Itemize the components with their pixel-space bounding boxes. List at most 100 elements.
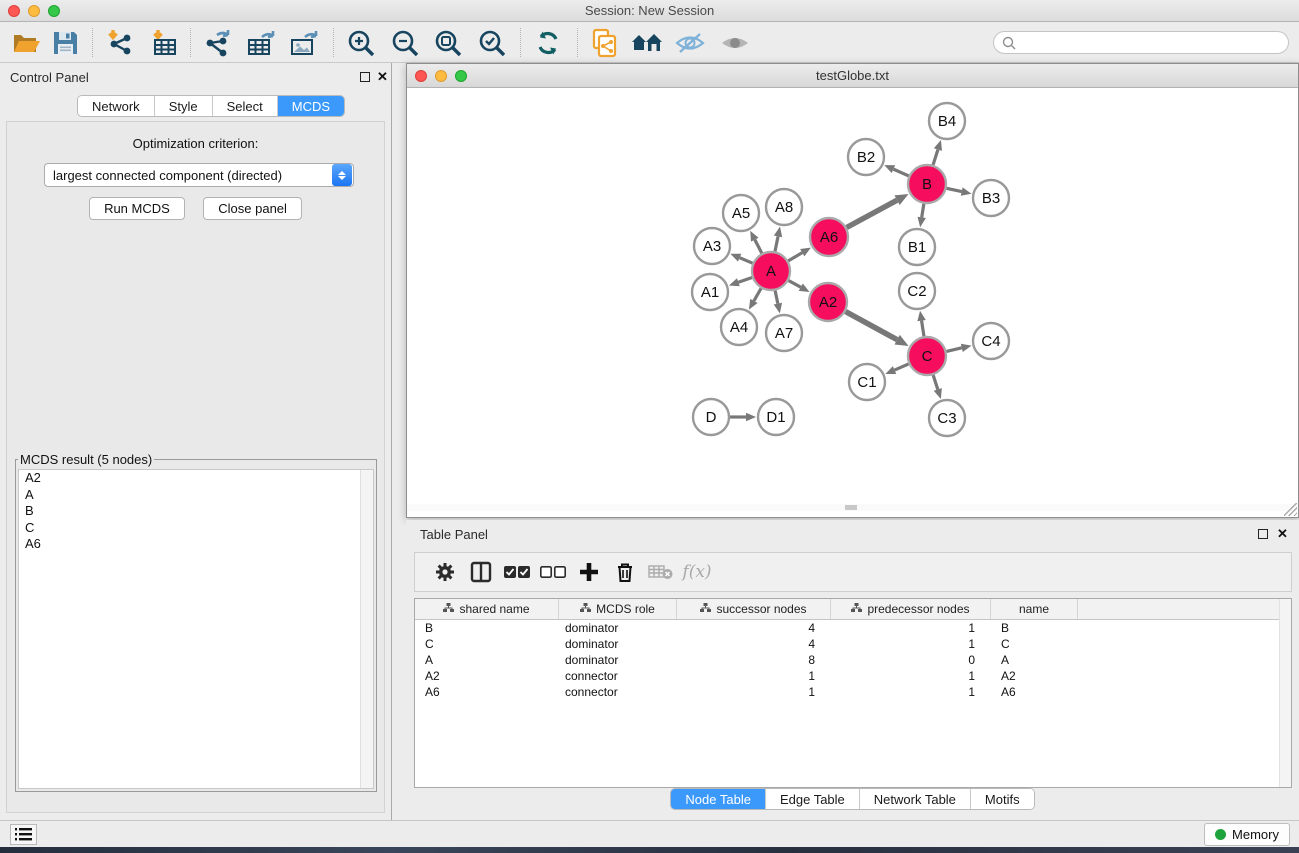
graph-edge-A-A5[interactable] (755, 240, 762, 254)
table-row[interactable]: A2connector11A2 (415, 668, 1291, 684)
table-row[interactable]: Cdominator41C (415, 636, 1291, 652)
table-cell[interactable]: C (991, 636, 1078, 652)
graph-node-B[interactable]: B (908, 165, 946, 203)
delete-table-icon[interactable] (643, 557, 679, 587)
table-cell[interactable]: 0 (831, 652, 991, 668)
table-cell[interactable]: 1 (831, 620, 991, 636)
tab-network[interactable]: Network (78, 96, 155, 116)
table-cell[interactable]: 1 (677, 684, 831, 700)
export-image-icon[interactable] (287, 27, 321, 59)
zoom-in-icon[interactable] (344, 27, 378, 59)
mcds-result-list[interactable]: A2ABCA6 (18, 469, 374, 789)
show-all-eye-icon[interactable] (718, 27, 752, 59)
add-icon[interactable] (571, 557, 607, 587)
tab-network-table[interactable]: Network Table (860, 789, 971, 809)
table-row[interactable]: Adominator80A (415, 652, 1291, 668)
graph-node-A8[interactable]: A8 (766, 189, 802, 225)
network-hscrollbar[interactable] (407, 504, 1298, 511)
table-cell[interactable]: A2 (991, 668, 1078, 684)
zoom-out-icon[interactable] (388, 27, 422, 59)
graph-edge-B-B1[interactable] (922, 204, 924, 218)
import-network-icon[interactable] (103, 27, 137, 59)
float-panel-icon[interactable] (360, 72, 370, 82)
graph-edge-B-B4[interactable] (933, 150, 938, 165)
graph-node-A4[interactable]: A4 (721, 309, 757, 345)
node-table[interactable]: shared nameMCDS rolesuccessor nodesprede… (414, 598, 1292, 788)
table-row[interactable]: Bdominator41B (415, 620, 1291, 636)
graph-node-A1[interactable]: A1 (692, 274, 728, 310)
zoom-fit-icon[interactable] (431, 27, 465, 59)
result-item[interactable]: A6 (19, 536, 373, 553)
table-cell[interactable]: B (415, 620, 559, 636)
graph-edge-A6-B[interactable] (847, 200, 898, 227)
graph-edge-C-C2[interactable] (922, 321, 924, 337)
graph-node-C3[interactable]: C3 (929, 400, 965, 436)
graph-edge-A-A1[interactable] (738, 278, 752, 283)
graph-edge-C-C1[interactable] (895, 364, 909, 370)
graph-node-C4[interactable]: C4 (973, 323, 1009, 359)
table-float-panel-icon[interactable] (1258, 529, 1268, 539)
graph-edge-A2-C[interactable] (846, 312, 898, 340)
graph-node-C2[interactable]: C2 (899, 273, 935, 309)
graph-node-B1[interactable]: B1 (899, 229, 935, 265)
graph-edge-A-A4[interactable] (754, 288, 761, 301)
table-row[interactable]: A6connector11A6 (415, 684, 1291, 700)
tab-motifs[interactable]: Motifs (971, 789, 1034, 809)
hide-selected-eye-slash-icon[interactable] (673, 27, 707, 59)
deselect-all-checkboxes-icon[interactable] (535, 557, 571, 587)
table-close-panel-icon[interactable]: ✕ (1277, 525, 1288, 543)
graph-node-A7[interactable]: A7 (766, 315, 802, 351)
graph-node-A3[interactable]: A3 (694, 228, 730, 264)
column-header-name[interactable]: name (991, 599, 1078, 619)
column-header-MCDS-role[interactable]: MCDS role (559, 599, 677, 619)
table-cell[interactable]: 1 (831, 668, 991, 684)
tab-edge-table[interactable]: Edge Table (766, 789, 860, 809)
tab-style[interactable]: Style (155, 96, 213, 116)
graph-node-D[interactable]: D (693, 399, 729, 435)
graph-edge-C-C4[interactable] (946, 348, 961, 352)
graph-node-C1[interactable]: C1 (849, 364, 885, 400)
new-network-from-selection-icon[interactable] (588, 27, 622, 59)
memory-button[interactable]: Memory (1204, 823, 1290, 846)
result-item[interactable]: A (19, 487, 373, 504)
graph-edge-A-A3[interactable] (740, 258, 753, 263)
tab-select[interactable]: Select (213, 96, 278, 116)
graph-node-C[interactable]: C (908, 337, 946, 375)
result-item[interactable]: A2 (19, 470, 373, 487)
result-item[interactable]: B (19, 503, 373, 520)
graph-node-A2[interactable]: A2 (809, 283, 847, 321)
search-input[interactable] (1016, 36, 1288, 50)
task-history-button[interactable] (10, 824, 37, 845)
graph-edge-C-C3[interactable] (933, 375, 938, 389)
table-cell[interactable]: dominator (559, 652, 677, 668)
graph-edge-A-A6[interactable] (788, 253, 802, 261)
table-cell[interactable]: connector (559, 684, 677, 700)
tab-mcds[interactable]: MCDS (278, 96, 344, 116)
table-scrollbar[interactable] (1279, 599, 1291, 787)
graph-edge-A-A7[interactable] (775, 291, 778, 304)
graph-edge-B-B3[interactable] (947, 188, 962, 191)
table-cell[interactable]: C (415, 636, 559, 652)
result-item[interactable]: C (19, 520, 373, 537)
refresh-icon[interactable] (531, 27, 565, 59)
export-network-icon[interactable] (201, 27, 235, 59)
open-folder-icon[interactable] (10, 27, 44, 59)
gear-icon[interactable] (427, 557, 463, 587)
table-cell[interactable]: dominator (559, 620, 677, 636)
graph-node-D1[interactable]: D1 (758, 399, 794, 435)
column-header-successor-nodes[interactable]: successor nodes (677, 599, 831, 619)
column-header-shared-name[interactable]: shared name (415, 599, 559, 619)
table-cell[interactable]: A2 (415, 668, 559, 684)
column-header-predecessor-nodes[interactable]: predecessor nodes (831, 599, 991, 619)
table-cell[interactable]: 1 (831, 684, 991, 700)
run-mcds-button[interactable]: Run MCDS (89, 197, 185, 220)
graph-node-B2[interactable]: B2 (848, 139, 884, 175)
result-scrollbar[interactable] (360, 470, 373, 788)
graph-edge-A-A2[interactable] (789, 281, 801, 288)
graph-node-A5[interactable]: A5 (723, 195, 759, 231)
neighbors-houses-icon[interactable] (630, 27, 664, 59)
graph-edge-B-B2[interactable] (893, 169, 908, 176)
zoom-selected-icon[interactable] (475, 27, 509, 59)
trash-icon[interactable] (607, 557, 643, 587)
table-cell[interactable]: dominator (559, 636, 677, 652)
